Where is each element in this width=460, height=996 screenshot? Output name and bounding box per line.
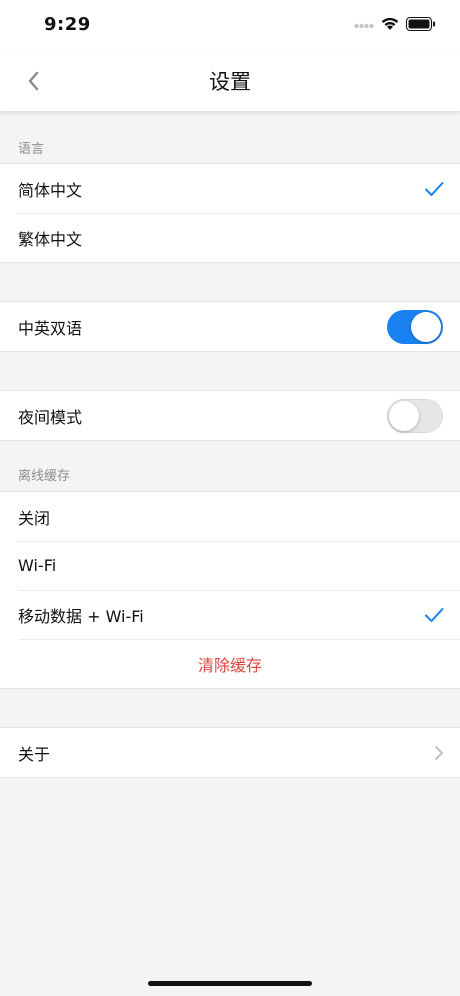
bilingual-toggle[interactable] — [387, 309, 443, 344]
bilingual-label: 中英双语 — [18, 318, 83, 338]
cache-option-mobile-wifi[interactable]: 移动数据 + Wi-Fi — [0, 590, 460, 639]
cache-option-off[interactable]: 关闭 — [0, 492, 460, 541]
settings-screen: 9:29 设置 语言 简体中文 繁体中文 中英双语 夜间模式 离线缓存 关闭 W… — [0, 0, 460, 996]
language-option-label: 简体中文 — [18, 180, 83, 200]
language-option-simplified[interactable]: 简体中文 — [0, 164, 460, 213]
language-group: 简体中文 繁体中文 — [0, 163, 460, 263]
offline-cache-section-header: 离线缓存 — [18, 469, 71, 484]
battery-icon — [406, 17, 435, 31]
clear-cache-button[interactable]: 清除缓存 — [0, 639, 460, 688]
night-mode-toggle[interactable] — [387, 398, 443, 433]
wifi-icon — [381, 17, 399, 30]
status-time: 9:29 — [44, 14, 91, 35]
checkmark-icon — [425, 181, 444, 196]
page-title: 设置 — [209, 70, 251, 94]
status-bar: 9:29 — [0, 0, 460, 50]
cache-option-label: Wi-Fi — [18, 556, 57, 575]
signal-icon — [354, 23, 374, 29]
chevron-right-icon — [435, 745, 443, 760]
cache-option-label: 移动数据 + Wi-Fi — [18, 606, 144, 626]
toggle-knob — [389, 400, 419, 431]
home-indicator — [148, 981, 312, 986]
checkmark-icon — [425, 607, 444, 622]
about-label: 关于 — [18, 744, 51, 764]
night-mode-row: 夜间模式 — [0, 391, 460, 440]
bilingual-group: 中英双语 — [0, 301, 460, 352]
clear-cache-label: 清除缓存 — [197, 655, 262, 675]
night-mode-group: 夜间模式 — [0, 390, 460, 441]
cache-option-label: 关闭 — [18, 508, 51, 528]
about-group: 关于 — [0, 727, 460, 778]
night-mode-label: 夜间模式 — [18, 407, 83, 427]
language-option-label: 繁体中文 — [18, 229, 83, 249]
language-section-header: 语言 — [18, 142, 45, 157]
about-row[interactable]: 关于 — [0, 728, 460, 777]
cache-option-wifi[interactable]: Wi-Fi — [0, 541, 460, 590]
language-option-traditional[interactable]: 繁体中文 — [0, 213, 460, 262]
bilingual-row: 中英双语 — [0, 302, 460, 351]
navigation-bar: 设置 — [0, 50, 460, 111]
offline-cache-group: 关闭 Wi-Fi 移动数据 + Wi-Fi 清除缓存 — [0, 491, 460, 689]
toggle-knob — [411, 311, 441, 342]
